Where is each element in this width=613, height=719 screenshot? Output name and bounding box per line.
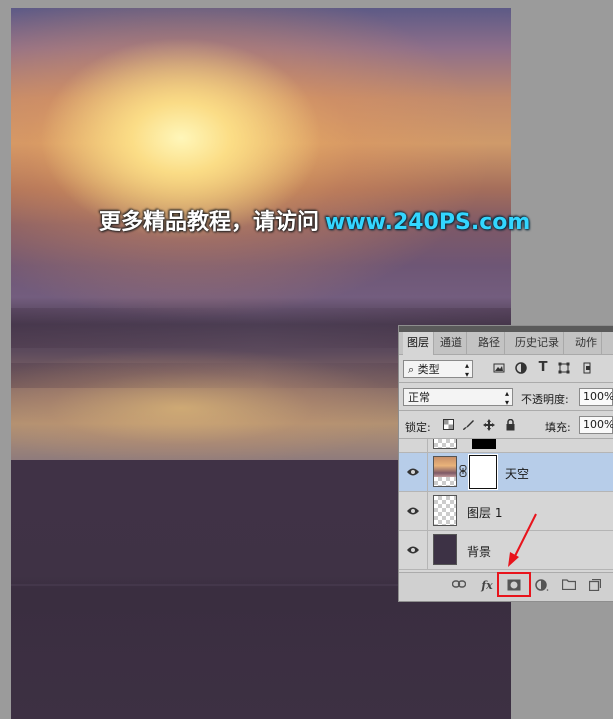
layer-thumbnail xyxy=(433,495,457,526)
watermark-url: www.240PS.com xyxy=(325,210,531,235)
transparency-checker xyxy=(434,477,456,486)
lock-position-icon[interactable] xyxy=(482,419,496,433)
lock-image-pixels-icon[interactable] xyxy=(461,419,475,433)
new-group-icon[interactable] xyxy=(561,579,577,593)
fill-label: 填充: xyxy=(545,421,571,434)
fx-icon[interactable]: fx xyxy=(479,579,495,593)
tab-actions[interactable]: 动作 xyxy=(571,332,602,354)
panel-tabs: 图层 通道 路径 历史记录 动作 xyxy=(399,332,613,355)
chain-link-icon[interactable] xyxy=(459,465,467,477)
layer-row-partial[interactable] xyxy=(399,439,613,453)
eye-column xyxy=(399,531,428,569)
watermark: 更多精品教程，请访问 www.240PS.com xyxy=(99,204,530,236)
layer-thumbnail xyxy=(433,439,457,449)
opacity-input[interactable]: 100% xyxy=(579,388,613,406)
layer-name: 图层 1 xyxy=(467,506,503,520)
lock-transparent-pixels-icon[interactable] xyxy=(441,419,455,433)
layer-thumbnail xyxy=(433,534,457,565)
tab-paths[interactable]: 路径 xyxy=(474,332,505,354)
type-filter-icon[interactable]: T xyxy=(536,361,550,375)
eye-column xyxy=(399,453,428,491)
tab-history[interactable]: 历史记录 xyxy=(511,332,564,354)
link-layers-icon[interactable] xyxy=(451,579,467,593)
new-layer-icon[interactable] xyxy=(587,578,603,593)
blend-mode-select[interactable]: 正常 ▴ ▾ xyxy=(403,388,513,407)
fill-input[interactable]: 100% xyxy=(579,416,613,434)
adjustment-layer-icon[interactable] xyxy=(534,579,550,593)
watermark-text: 更多精品教程，请访问 xyxy=(99,210,320,235)
chevron-updown-icon: ▴ ▾ xyxy=(464,361,469,379)
divider xyxy=(399,410,613,411)
red-arrow-annotation xyxy=(508,513,537,567)
adjustment-filter-icon[interactable] xyxy=(514,362,528,376)
opacity-label: 不透明度: xyxy=(521,393,569,406)
layer-thumbnail xyxy=(433,456,457,487)
chevron-updown-icon: ▴ ▾ xyxy=(504,389,509,407)
eye-column xyxy=(399,492,428,530)
highlight-box-annotation xyxy=(497,572,531,597)
eye-column xyxy=(399,439,428,452)
shape-filter-icon[interactable] xyxy=(557,362,571,376)
layer-filter-select[interactable]: ⌕ 类型 ▴ ▾ xyxy=(403,360,473,379)
divider xyxy=(399,382,613,383)
layer-name: 天空 xyxy=(505,467,530,481)
search-icon: ⌕ xyxy=(408,363,415,376)
tab-channels[interactable]: 通道 xyxy=(436,332,467,354)
tab-layers[interactable]: 图层 xyxy=(403,332,434,355)
eye-icon[interactable] xyxy=(407,467,419,477)
eye-icon[interactable] xyxy=(407,545,419,555)
layer-mask-thumbnail[interactable] xyxy=(468,454,498,490)
lock-label: 锁定: xyxy=(405,421,431,434)
image-filter-icon[interactable] xyxy=(492,362,506,376)
smart-object-filter-icon[interactable] xyxy=(580,362,594,376)
lock-all-icon[interactable] xyxy=(503,418,517,433)
layer-mask-thumbnail xyxy=(472,439,496,449)
layer-name: 背景 xyxy=(467,545,492,559)
layer-row-sky[interactable]: 天空 xyxy=(399,453,613,492)
filter-label: 类型 xyxy=(417,363,440,376)
eye-icon[interactable] xyxy=(407,506,419,516)
blend-mode-value: 正常 xyxy=(408,391,430,404)
